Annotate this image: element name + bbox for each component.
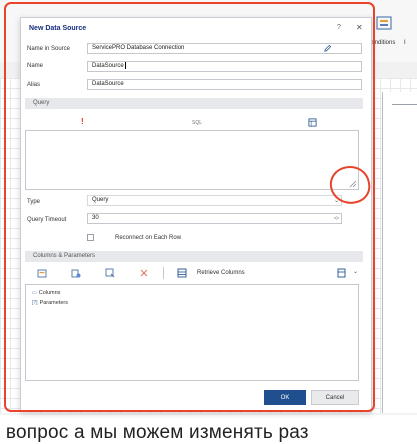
new-calculated-column-icon[interactable] xyxy=(71,268,81,278)
query-text-area[interactable] xyxy=(25,130,359,190)
tree-item-parameters-label: Parameters xyxy=(39,300,68,306)
conditions-icon[interactable] xyxy=(375,14,393,32)
help-icon[interactable]: ? xyxy=(337,24,341,31)
type-value: Query xyxy=(92,197,109,203)
type-label: Type xyxy=(27,199,41,205)
name-in-source-label: Name in Source xyxy=(27,46,71,52)
dialog-title: New Data Source xyxy=(29,25,87,32)
spin-stepper-icon[interactable]: ︿ ﹀ xyxy=(334,215,339,224)
new-column-icon[interactable] xyxy=(37,268,47,278)
resize-grip-icon[interactable] xyxy=(349,180,357,188)
reconnect-checkbox[interactable] xyxy=(87,234,94,241)
background-report-page xyxy=(382,92,417,413)
tree-item-parameters[interactable]: [?] Parameters xyxy=(32,300,68,306)
columns-toolbar: Retrieve Columns ⌄ xyxy=(25,266,363,282)
retrieve-columns-button[interactable]: Retrieve Columns xyxy=(197,270,245,276)
query-timeout-label: Query Timeout xyxy=(27,217,67,223)
ok-button[interactable]: OK xyxy=(264,390,306,405)
tree-item-columns[interactable]: ▭ Columns xyxy=(32,290,60,296)
alias-input[interactable]: DataSource xyxy=(87,79,362,90)
parameters-node-icon: [?] xyxy=(32,300,38,306)
reconnect-label: Reconnect on Each Row xyxy=(115,235,182,241)
sql-tab[interactable]: SQL xyxy=(192,120,202,126)
columns-parameters-tree: ▭ Columns [?] Parameters xyxy=(25,284,359,381)
cancel-button[interactable]: Cancel xyxy=(311,390,359,405)
name-in-source-value: ServicePRO Database Connection xyxy=(92,45,185,51)
type-select[interactable]: Query xyxy=(87,195,342,206)
columns-parameters-header: Columns & Parameters xyxy=(25,251,363,262)
alias-value: DataSource xyxy=(92,81,124,87)
text-caret xyxy=(124,62,126,69)
caption-text: і вопрос а мы можем изменять раз xyxy=(0,422,309,443)
new-parameter-icon[interactable] xyxy=(105,268,115,278)
columns-node-icon: ▭ xyxy=(32,290,37,296)
name-in-source-field[interactable]: ServicePRO Database Connection xyxy=(87,43,362,54)
retrieve-columns-icon[interactable] xyxy=(177,268,187,278)
query-section-header: Query xyxy=(25,98,363,109)
ribbon-cut-label: I xyxy=(404,40,406,46)
query-timeout-value: 30 xyxy=(92,215,99,221)
name-input[interactable]: DataSource xyxy=(87,61,362,72)
query-builder-icon[interactable] xyxy=(308,118,317,127)
query-alert-icon[interactable]: ! xyxy=(81,117,84,126)
new-data-source-dialog: New Data Source ? ✕ Name in Source Servi… xyxy=(20,17,372,412)
name-value: DataSource xyxy=(92,63,124,70)
delete-icon[interactable] xyxy=(139,268,149,278)
toolbar-divider xyxy=(163,267,164,279)
alias-label: Alias xyxy=(27,82,41,88)
options-chevron-down-icon[interactable]: ⌄ xyxy=(353,268,358,275)
query-timeout-input[interactable]: 30 xyxy=(87,213,342,224)
name-label: Name xyxy=(27,63,44,69)
chevron-down-icon[interactable]: ⌄ xyxy=(334,197,339,204)
close-icon[interactable]: ✕ xyxy=(356,23,363,32)
edit-pencil-icon[interactable] xyxy=(323,44,332,53)
background-page-divider xyxy=(392,104,417,105)
column-options-icon[interactable] xyxy=(337,268,347,278)
tree-item-columns-label: Columns xyxy=(38,290,61,296)
